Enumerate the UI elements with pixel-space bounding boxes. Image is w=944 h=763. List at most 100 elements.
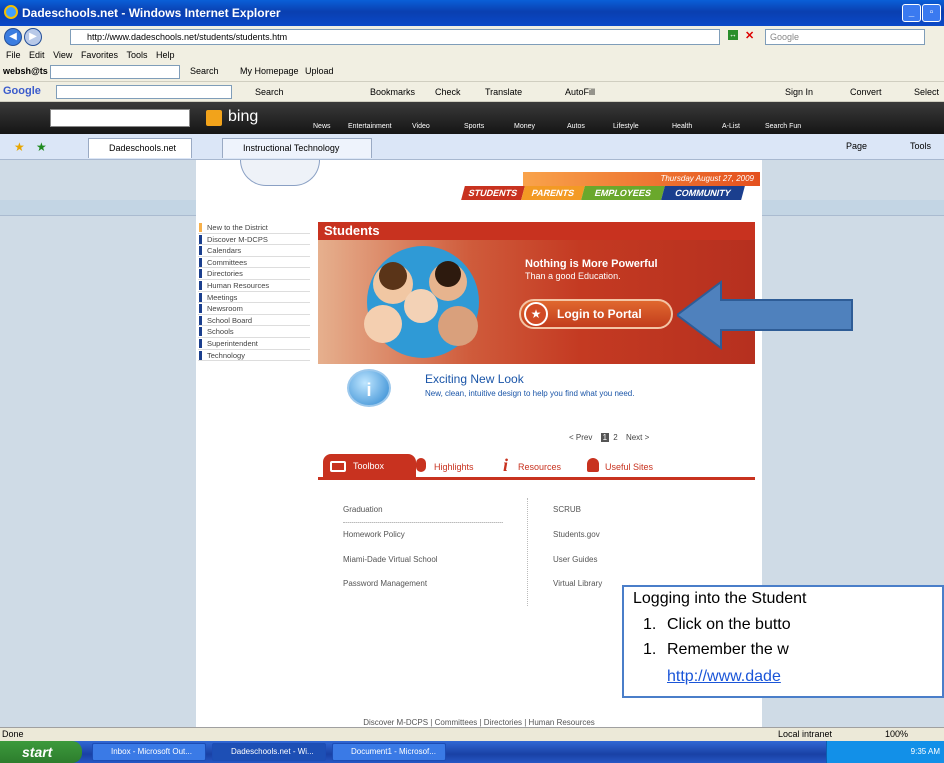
- go-icon[interactable]: ↔: [728, 30, 738, 40]
- sidebar-item-committees[interactable]: Committees: [198, 257, 310, 269]
- bing-search-input[interactable]: [50, 109, 190, 127]
- autofill-button[interactable]: AutoFill: [565, 87, 595, 97]
- bing-entertainment[interactable]: Entertainment: [348, 123, 392, 130]
- tab-resources[interactable]: Resources: [518, 462, 561, 472]
- bookmarks-button[interactable]: Bookmarks: [370, 87, 415, 97]
- translate-button[interactable]: Translate: [485, 87, 522, 97]
- sidebar-item-board[interactable]: School Board: [198, 315, 310, 327]
- sidebar-item-technology[interactable]: Technology: [198, 350, 310, 362]
- link-graduation[interactable]: Graduation: [343, 505, 383, 514]
- minimize-icon[interactable]: _: [902, 4, 921, 22]
- google-search-button[interactable]: Search: [255, 87, 284, 97]
- sidebar-item-superintendent[interactable]: Superintendent: [198, 338, 310, 350]
- bing-searchfun[interactable]: Search Fun: [765, 123, 801, 130]
- search-input[interactable]: Google: [765, 29, 925, 45]
- menu-favorites[interactable]: Favorites: [81, 50, 118, 60]
- section-title: Students: [318, 222, 755, 240]
- date-bar: Thursday August 27, 2009: [523, 172, 760, 186]
- sidebar-item-meetings[interactable]: Meetings: [198, 292, 310, 304]
- maximize-icon[interactable]: ▫: [922, 4, 941, 22]
- bing-autos[interactable]: Autos: [567, 123, 585, 130]
- upload-button[interactable]: Upload: [305, 66, 334, 76]
- tab-dadeschools[interactable]: Dadeschools.net: [88, 138, 192, 158]
- favorites-star-icon[interactable]: ★: [14, 140, 25, 154]
- link-scrub[interactable]: SCRUB: [553, 505, 581, 514]
- start-button[interactable]: start: [0, 741, 82, 763]
- bing-video[interactable]: Video: [412, 123, 430, 130]
- google-toolbar: Google Search Bookmarks Check Translate …: [0, 82, 944, 102]
- pager-page-2[interactable]: 2: [613, 433, 617, 442]
- menu-tools[interactable]: Tools: [126, 50, 147, 60]
- pager-prev[interactable]: < Prev: [569, 433, 592, 442]
- link-virtual-school[interactable]: Miami-Dade Virtual School: [343, 555, 438, 564]
- menu-view[interactable]: View: [53, 50, 72, 60]
- clock: 9:35 AM: [910, 747, 940, 756]
- sidebar-item-directories[interactable]: Directories: [198, 268, 310, 280]
- pager-next[interactable]: Next >: [626, 433, 649, 442]
- signin-button[interactable]: Sign In: [785, 87, 813, 97]
- footer-links-1[interactable]: Discover M-DCPS | Committees | Directori…: [196, 718, 762, 727]
- zone-label: Local intranet: [778, 729, 833, 739]
- bing-alist[interactable]: A-List: [722, 123, 740, 130]
- tab-bar: ★ ★ Dadeschools.net Instructional Techno…: [0, 134, 944, 160]
- google-search-input[interactable]: [56, 85, 232, 99]
- feature-title[interactable]: Exciting New Look: [425, 372, 524, 386]
- sidebar-item-hr[interactable]: Human Resources: [198, 280, 310, 292]
- convert-button[interactable]: Convert: [850, 87, 882, 97]
- link-homework-policy[interactable]: Homework Policy: [343, 530, 405, 539]
- sidebar-item-schools[interactable]: Schools: [198, 326, 310, 338]
- task-inbox[interactable]: Inbox - Microsoft Out...: [92, 743, 206, 761]
- system-tray: 9:35 AM: [826, 741, 944, 763]
- tab-highlights[interactable]: Highlights: [434, 462, 474, 472]
- sidebar-item-newsroom[interactable]: Newsroom: [198, 303, 310, 315]
- add-favorite-icon[interactable]: ★: [36, 140, 47, 154]
- menu-edit[interactable]: Edit: [29, 50, 45, 60]
- nav-parents[interactable]: PARENTS: [521, 186, 585, 200]
- sidebar-item-discover[interactable]: Discover M-DCPS: [198, 234, 310, 246]
- forward-button[interactable]: ▶: [24, 28, 42, 46]
- tab-useful-sites[interactable]: Useful Sites: [605, 462, 653, 472]
- webshots-search-input[interactable]: [50, 65, 180, 79]
- nav-employees[interactable]: EMPLOYEES: [581, 186, 665, 200]
- callout-link[interactable]: http://www.dade: [667, 668, 781, 686]
- nav-students[interactable]: STUDENTS: [461, 186, 525, 200]
- menu-bar: File Edit View Favorites Tools Help: [0, 48, 944, 62]
- bing-news[interactable]: News: [313, 123, 331, 130]
- callout-item2-number: 1.: [643, 641, 657, 658]
- bing-lifestyle[interactable]: Lifestyle: [613, 123, 639, 130]
- window-title: Dadeschools.net - Windows Internet Explo…: [22, 6, 281, 20]
- back-button[interactable]: ◀: [4, 28, 22, 46]
- webshots-toolbar: websh@ts Search My Homepage Upload: [0, 62, 944, 82]
- bing-brand: bing: [228, 108, 259, 125]
- tools-menu[interactable]: Tools: [910, 141, 931, 151]
- tab-instructional-technology[interactable]: Instructional Technology: [222, 138, 372, 158]
- select-button[interactable]: Select: [914, 87, 939, 97]
- webshots-search-button[interactable]: Search: [190, 66, 219, 76]
- page-menu[interactable]: Page: [846, 141, 867, 151]
- pager-page-1[interactable]: 1: [600, 433, 610, 442]
- link-password-management[interactable]: Password Management: [343, 579, 427, 588]
- check-button[interactable]: Check: [435, 87, 461, 97]
- address-input[interactable]: http://www.dadeschools.net/students/stud…: [70, 29, 720, 45]
- menu-file[interactable]: File: [6, 50, 21, 60]
- window-titlebar: Dadeschools.net - Windows Internet Explo…: [0, 0, 944, 26]
- menu-help[interactable]: Help: [156, 50, 175, 60]
- star-icon: ★: [524, 302, 548, 326]
- sidebar-item-calendars[interactable]: Calendars: [198, 245, 310, 257]
- zoom-level[interactable]: 100%: [885, 729, 908, 739]
- students-photo-icon: [364, 246, 479, 358]
- link-virtual-library[interactable]: Virtual Library: [553, 579, 602, 588]
- link-user-guides[interactable]: User Guides: [553, 555, 597, 564]
- homepage-button[interactable]: My Homepage: [240, 66, 299, 76]
- task-document[interactable]: Document1 - Microsof...: [332, 743, 446, 761]
- task-dadeschools[interactable]: Dadeschools.net - Wi...: [212, 743, 326, 761]
- hero-tagline: Nothing is More Powerful: [525, 258, 658, 270]
- webshots-brand: websh@ts: [3, 66, 48, 76]
- bing-money[interactable]: Money: [514, 123, 535, 130]
- link-students-gov[interactable]: Students.gov: [553, 530, 600, 539]
- sidebar-item-new[interactable]: New to the District: [198, 222, 310, 234]
- nav-community[interactable]: COMMUNITY: [661, 186, 745, 200]
- bing-health[interactable]: Health: [672, 123, 692, 130]
- bing-sports[interactable]: Sports: [464, 123, 484, 130]
- stop-icon[interactable]: ✕: [745, 30, 757, 42]
